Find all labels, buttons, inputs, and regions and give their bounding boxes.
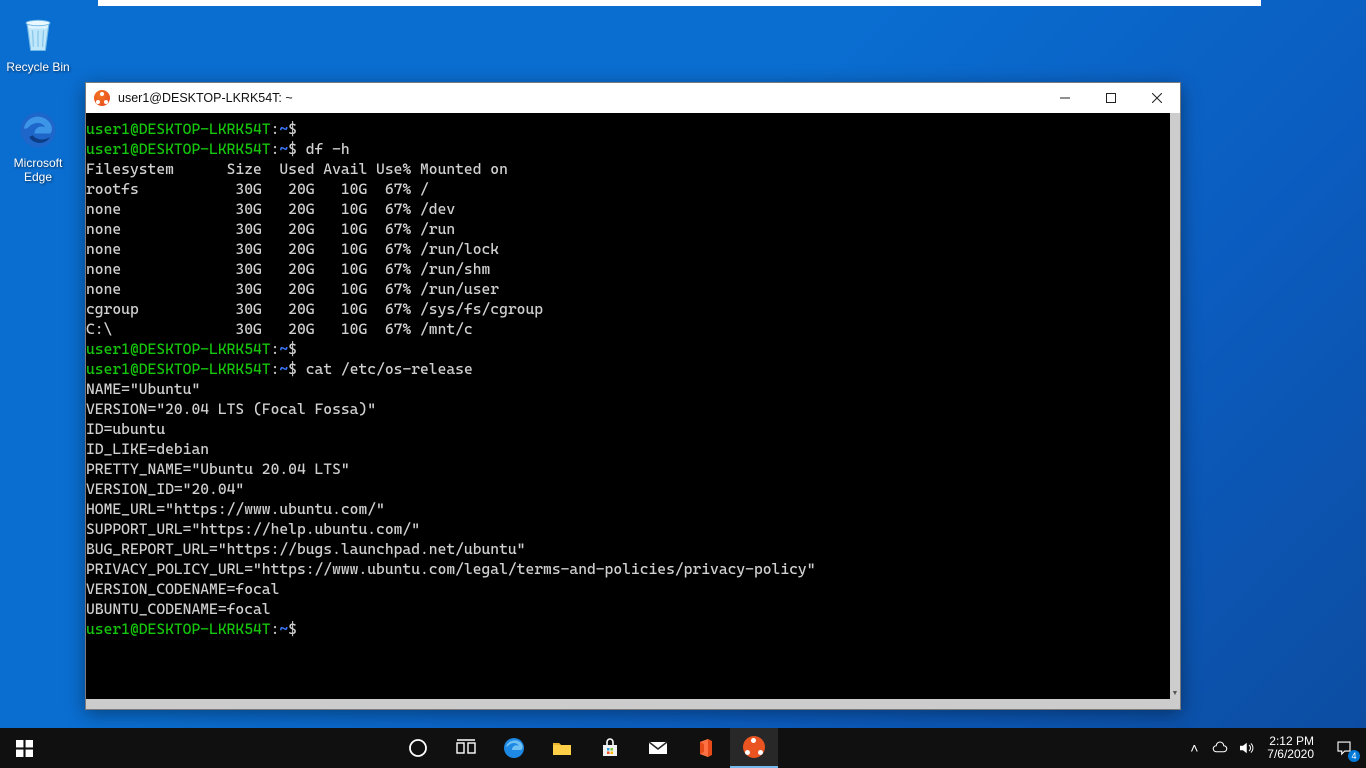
desktop-icon-label: Microsoft Edge bbox=[0, 156, 76, 184]
close-button[interactable] bbox=[1134, 83, 1180, 113]
folder-icon bbox=[550, 736, 574, 760]
task-view-icon bbox=[454, 736, 478, 760]
windows-logo-icon bbox=[16, 740, 33, 757]
taskbar-app-mail[interactable] bbox=[634, 728, 682, 768]
taskbar: ˄ 2:12 PM 7/6/2020 4 bbox=[0, 728, 1366, 768]
tray-onedrive[interactable] bbox=[1207, 728, 1233, 768]
mail-icon bbox=[646, 736, 670, 760]
terminal-window: user1@DESKTOP-LKRK54T: ~ user1@DESKTOP-L… bbox=[85, 82, 1181, 710]
window-title: user1@DESKTOP-LKRK54T: ~ bbox=[118, 91, 293, 105]
speaker-icon bbox=[1237, 739, 1255, 757]
maximize-button[interactable] bbox=[1088, 83, 1134, 113]
office-icon bbox=[694, 736, 718, 760]
task-view-button[interactable] bbox=[442, 728, 490, 768]
terminal-body[interactable]: user1@DESKTOP-LKRK54T:~$ user1@DESKTOP-L… bbox=[86, 113, 1170, 699]
action-center-button[interactable]: 4 bbox=[1322, 728, 1366, 768]
tray-chevron-up[interactable]: ˄ bbox=[1181, 728, 1207, 768]
window-titlebar[interactable]: user1@DESKTOP-LKRK54T: ~ bbox=[86, 83, 1180, 113]
taskbar-app-store[interactable] bbox=[586, 728, 634, 768]
minimize-button[interactable] bbox=[1042, 83, 1088, 113]
desktop-icon-recycle-bin[interactable]: Recycle Bin bbox=[0, 10, 76, 74]
desktop-icon-label: Recycle Bin bbox=[0, 60, 76, 74]
ubuntu-icon bbox=[743, 736, 765, 758]
cloud-icon bbox=[1211, 739, 1229, 757]
circle-icon bbox=[406, 736, 430, 760]
scrollbar-thumb[interactable] bbox=[1170, 113, 1180, 699]
clock-date: 7/6/2020 bbox=[1267, 748, 1314, 761]
ubuntu-icon bbox=[94, 90, 110, 106]
scroll-down-arrow-icon[interactable]: ▼ bbox=[1170, 689, 1180, 699]
edge-icon bbox=[502, 736, 526, 760]
start-button[interactable] bbox=[0, 728, 48, 768]
taskbar-app-edge[interactable] bbox=[490, 728, 538, 768]
edge-icon bbox=[14, 106, 62, 154]
desktop-icon-edge[interactable]: Microsoft Edge bbox=[0, 106, 76, 184]
taskbar-app-office[interactable] bbox=[682, 728, 730, 768]
taskbar-clock[interactable]: 2:12 PM 7/6/2020 bbox=[1259, 735, 1322, 761]
recycle-bin-icon bbox=[14, 10, 62, 58]
store-icon bbox=[598, 736, 622, 760]
notification-badge: 4 bbox=[1348, 750, 1360, 762]
cortana-button[interactable] bbox=[394, 728, 442, 768]
taskbar-app-ubuntu[interactable] bbox=[730, 728, 778, 768]
tray-volume[interactable] bbox=[1233, 728, 1259, 768]
top-white-strip bbox=[98, 0, 1261, 6]
terminal-scrollbar[interactable]: ▲ ▼ bbox=[1170, 113, 1180, 699]
chevron-up-icon: ˄ bbox=[1190, 740, 1198, 756]
taskbar-app-file-explorer[interactable] bbox=[538, 728, 586, 768]
